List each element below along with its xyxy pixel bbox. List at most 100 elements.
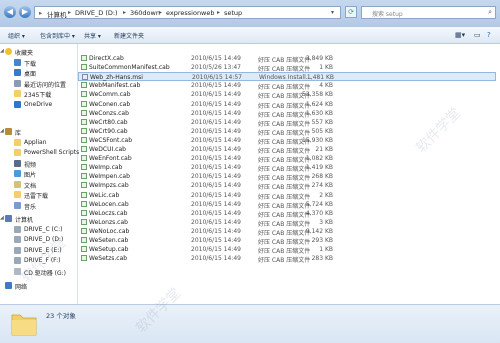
sidebar-item[interactable]: 迅雷下载 [0,190,77,200]
chevron-right-icon[interactable]: ▸ [68,9,71,16]
cab-archive-icon [81,237,87,243]
file-row[interactable]: SuiteCommonManifest.cab 2010/5/26 13:47 好压… [78,63,496,73]
star-icon [5,48,12,55]
cab-archive-icon [81,209,87,216]
file-row[interactable]: DirectX.cab 2010/6/15 14:49 好压 CAB 压缩文件 3,8… [78,54,496,64]
file-row[interactable]: WebManifest.cab 2010/6/15 14:49 好压 CAB 压缩文… [78,81,496,91]
cloud-icon [14,100,21,108]
forward-arrow-icon[interactable]: ▶ [19,6,31,18]
file-row[interactable]: WeImp.cab 2010/6/15 14:49 好压 CAB 压缩文件 1,419… [78,163,496,173]
sidebar-item[interactable]: Applian [0,138,77,148]
search-placeholder: 搜索 setup [372,11,403,18]
sidebar-item[interactable]: 音乐 [0,201,77,211]
file-row[interactable]: WeEnFont.cab 2010/6/15 14:49 好压 CAB 压缩文件 1,… [78,154,496,164]
file-date: 2010/6/15 14:49 [191,200,241,208]
cab-archive-icon [81,191,87,198]
file-row[interactable]: WeImpen.cab 2010/6/15 14:49 好压 CAB 压缩文件 268… [78,172,496,182]
sidebar-item[interactable]: DRIVE_C (C:) [0,225,77,235]
share-button[interactable]: 共享 ▾ [84,31,101,40]
file-size: 1,630 KB [305,109,333,117]
breadcrumb-360down[interactable]: 360down [130,9,160,17]
chevron-down-icon[interactable]: ▾ [331,9,334,16]
sidebar-item[interactable]: 桌面 [0,68,77,78]
sidebar-item[interactable]: OneDrive [0,100,77,110]
preview-pane-icon[interactable]: ▭ [474,31,481,39]
file-row[interactable]: WeNoLoc.cab 2010/6/15 14:49 好压 CAB 压缩文件 9,1… [78,227,496,237]
cab-archive-icon [81,182,87,189]
file-size: 53,358 KB [302,91,333,99]
breadcrumb-computer[interactable]: 计算机 [47,9,67,19]
file-date: 2010/6/15 14:49 [191,218,241,226]
file-date: 2010/6/15 14:49 [191,191,241,199]
breadcrumb-expressionweb[interactable]: expressionweb [166,9,215,17]
cab-archive-icon [81,246,87,253]
chevron-right-icon[interactable]: ▸ [159,9,162,16]
file-row[interactable]: WeSetup.cab 2010/6/15 14:49 好压 CAB 压缩文件 1 K… [78,245,496,255]
breadcrumb-drive-d[interactable]: DRIVE_D (D:) [75,9,118,17]
file-row[interactable]: Web_zh-Hans.msi 2010/6/15 14:57 Windows In… [78,72,496,82]
file-row[interactable]: WeImpzs.cab 2010/6/15 14:49 好压 CAB 压缩文件 274… [78,181,496,191]
cab-archive-icon [81,118,87,125]
status-bar: 23 个对象 [0,304,500,343]
new-folder-button[interactable]: 新建文件夹 [114,31,144,40]
chevron-right-icon[interactable]: ▸ [123,9,126,16]
file-name: WeLoczs.cab [89,209,128,217]
cab-archive-icon [81,136,87,143]
sidebar-item[interactable]: ◢ 库 [0,127,77,137]
file-row[interactable]: WeComm.cab 2010/6/15 14:49 好压 CAB 压缩文件 53,3… [78,90,496,100]
include-in-library-button[interactable]: 包含到库中 ▾ [40,31,75,40]
cab-archive-icon [81,200,87,207]
file-date: 2010/6/15 14:49 [191,146,241,153]
file-size: 1 KB [319,246,333,254]
file-name: WeSetup.cab [89,246,129,254]
chevron-right-icon[interactable]: ▸ [217,9,220,16]
sidebar-item[interactable]: 文档 [0,180,77,190]
file-size: 9,142 KB [305,227,333,235]
file-name: WeImpen.cab [89,173,130,181]
file-row[interactable]: WeLocen.cab 2010/6/15 14:49 好压 CAB 压缩文件 5,7… [78,200,496,210]
search-input[interactable]: 搜索 setup ⌕ [361,6,496,19]
expand-arrow-icon[interactable]: ◢ [0,48,4,54]
refresh-icon[interactable]: ⟳ [345,6,357,18]
installer-file-icon [82,74,88,81]
cab-archive-icon [81,82,87,89]
address-bar[interactable]: ▸ 计算机 ▸ DRIVE_D (D:) ▸ 360down ▸ express… [34,6,341,19]
help-icon[interactable]: ? [487,31,491,39]
folder-icon [14,90,21,97]
sidebar-item-label: 计算机 [15,217,34,224]
file-size: 5,724 KB [305,200,333,208]
view-options-icon[interactable]: ▦▾ [455,31,465,39]
sidebar-item[interactable]: 图片 [0,169,77,179]
search-icon[interactable]: ⌕ [488,8,492,17]
expand-arrow-icon[interactable]: ◢ [0,128,4,134]
file-size: 283 KB [311,255,333,263]
file-row[interactable]: WeConzs.cab 2010/6/15 14:49 好压 CAB 压缩文件 1,6… [78,109,496,119]
sidebar-item[interactable]: 下载 [0,58,77,68]
file-row[interactable]: WeLic.cab 2010/6/15 14:49 好压 CAB 压缩文件 2 KB [78,191,496,201]
file-row[interactable]: WeSetzs.cab 2010/6/15 14:49 好压 CAB 压缩文件 283… [78,254,496,264]
back-arrow-icon[interactable]: ◀ [4,6,16,18]
sidebar-item[interactable]: ◢ 收藏夹 [0,47,77,57]
file-row[interactable]: WeLonzs.cab 2010/6/15 14:49 好压 CAB 压缩文件 3 K… [78,218,496,228]
folder-icon [14,149,21,156]
organize-button[interactable]: 组织 ▾ [8,31,25,40]
sidebar-item[interactable]: 视频 [0,159,77,169]
file-row[interactable]: WeLoczs.cab 2010/6/15 14:49 好压 CAB 压缩文件 4,3… [78,209,496,219]
file-name: WeNoLoc.cab [89,227,130,235]
file-name: WeCSFont.cab [89,136,133,144]
drive-icon [14,246,21,254]
sidebar-item[interactable]: 最近访问的位置 [0,79,77,89]
file-date: 2010/6/15 14:49 [191,82,241,90]
expand-arrow-icon[interactable]: ◢ [0,215,4,221]
sidebar-item[interactable]: 2345下载 [0,89,77,99]
sidebar-item[interactable]: ◢ 计算机 [0,214,77,224]
cab-archive-icon [81,155,87,162]
sidebar-item[interactable]: PowerShell Scripts [0,148,79,158]
file-row[interactable]: WeSeten.cab 2010/6/15 14:49 好压 CAB 压缩文件 293… [78,236,496,246]
navigation-bar: ◀ ▶ ▸ 计算机 ▸ DRIVE_D (D:) ▸ 360down ▸ exp… [0,0,500,28]
file-row[interactable]: WeConen.cab 2010/6/15 14:49 好压 CAB 压缩文件 1,6… [78,100,496,110]
cab-archive-icon [81,127,87,134]
sidebar-item[interactable]: 网络 [0,281,77,291]
breadcrumb-setup[interactable]: setup [224,9,242,17]
file-date: 2010/6/15 14:49 [191,227,241,235]
